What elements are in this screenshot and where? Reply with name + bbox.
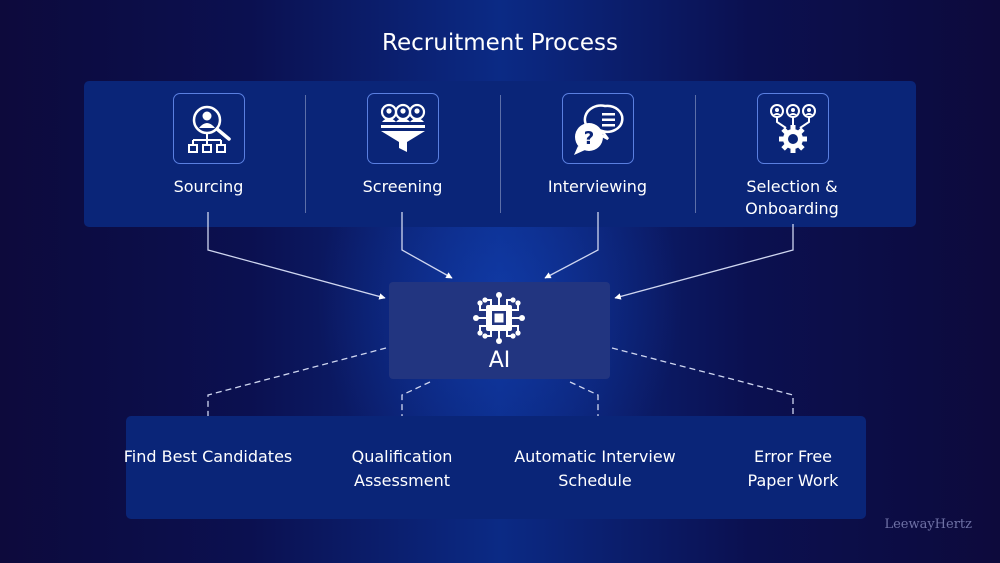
outcome-find-best-candidates: Find Best Candidates <box>123 447 293 466</box>
outcomes-panel: Find Best Candidates Qualification Asses… <box>124 416 866 519</box>
stage-sourcing: Sourcing <box>111 81 306 227</box>
arrow-selection-to-ai <box>614 224 794 300</box>
ai-node: AI <box>389 282 610 379</box>
stage-label: Interviewing <box>547 177 648 196</box>
brand-watermark: LeewayHertz <box>884 517 972 532</box>
diagram-title: Recruitment Process <box>382 30 618 56</box>
stage-label: Screening <box>362 177 443 196</box>
outcome-error-free-paper-work: Error Free Paper Work <box>747 447 839 490</box>
stage-selection-onboarding: Selection & Onboarding <box>695 81 890 227</box>
process-stages-panel: Sourcing Screening ? Interviewing Select… <box>84 81 916 227</box>
candidate-filter-icon <box>366 93 439 164</box>
candidate-search-icon <box>172 93 245 164</box>
question-chat-icon: ? <box>561 93 634 164</box>
stage-label: Selection & Onboarding <box>745 177 839 218</box>
ai-chip-icon <box>473 292 525 344</box>
stage-interviewing: ? Interviewing <box>500 81 695 227</box>
stage-label: Sourcing <box>173 177 244 196</box>
ai-label: AI <box>488 348 511 373</box>
outcome-automatic-interview-schedule: Automatic Interview Schedule <box>514 447 676 490</box>
stage-screening: Screening <box>305 81 500 227</box>
outcome-qualification-assessment: Qualification Assessment <box>351 447 453 490</box>
people-gear-icon <box>756 93 829 164</box>
svg-text:?: ? <box>583 128 593 149</box>
